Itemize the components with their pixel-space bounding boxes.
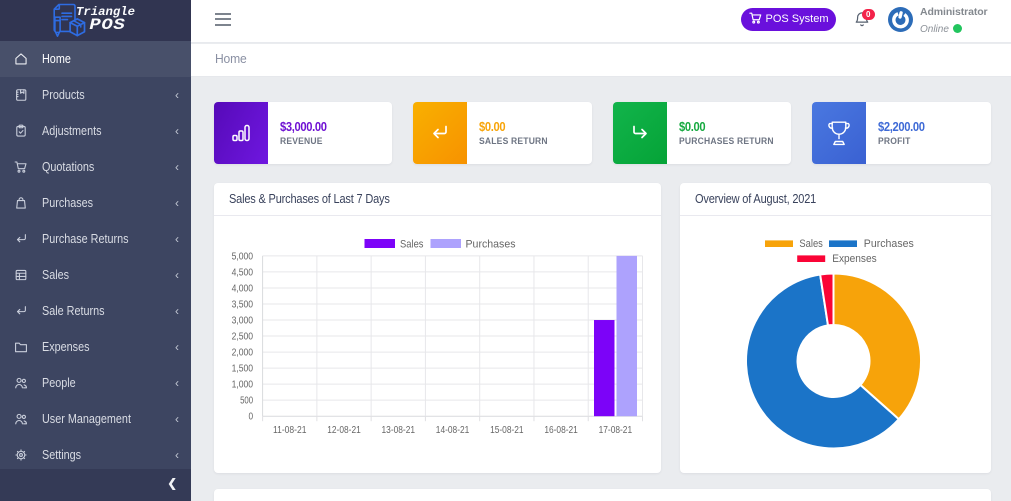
svg-text:Purchases: Purchases: [465, 239, 515, 251]
svg-text:3,500: 3,500: [231, 299, 253, 310]
svg-text:17-08-21: 17-08-21: [598, 425, 632, 436]
svg-text:4,500: 4,500: [231, 267, 253, 278]
svg-text:2,500: 2,500: [231, 332, 253, 343]
svg-text:16-08-21: 16-08-21: [544, 425, 578, 436]
svg-text:3,000: 3,000: [231, 316, 253, 327]
svg-text:1,500: 1,500: [231, 364, 253, 375]
svg-text:Purchases: Purchases: [863, 238, 913, 250]
svg-text:4,000: 4,000: [231, 283, 253, 294]
svg-text:5,000: 5,000: [231, 251, 253, 262]
svg-text:500: 500: [240, 396, 253, 407]
svg-text:0: 0: [248, 412, 253, 423]
svg-text:2,000: 2,000: [231, 348, 253, 359]
svg-text:13-08-21: 13-08-21: [381, 425, 415, 436]
svg-text:Expenses: Expenses: [832, 253, 877, 265]
svg-text:Sales: Sales: [799, 238, 823, 250]
svg-text:11-08-21: 11-08-21: [272, 425, 306, 436]
svg-text:Sales: Sales: [400, 239, 424, 251]
svg-text:14-08-21: 14-08-21: [435, 425, 469, 436]
svg-text:1,000: 1,000: [231, 380, 253, 391]
svg-text:12-08-21: 12-08-21: [327, 425, 361, 436]
svg-text:15-08-21: 15-08-21: [490, 425, 524, 436]
